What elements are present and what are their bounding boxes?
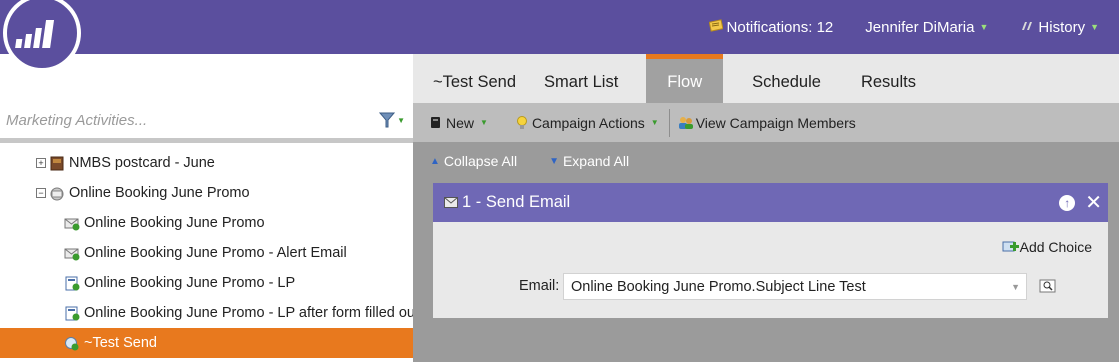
close-icon[interactable]: ✕ [1085,193,1102,213]
notifications-icon [708,19,724,35]
chevron-down-icon: ▼ [650,118,659,127]
tab-test-send[interactable]: ~Test Send [413,54,544,103]
tree-item-label: Online Booking June Promo - LP [84,275,296,291]
view-members-label: View Campaign Members [695,114,856,131]
tab-bar: ~Test Send Smart List Flow Schedule Resu… [413,54,1119,103]
email-icon [444,197,458,208]
user-menu[interactable]: Jennifer DiMaria ▼ [865,19,988,36]
tree-item-selected[interactable]: ~Test Send [0,328,413,358]
marketing-activities-tree: + NMBS postcard - June − Online Booking … [0,148,413,358]
campaign-actions-button[interactable]: Campaign Actions ▼ [516,115,659,131]
collapse-all-button[interactable]: ▲ Collapse All [430,153,517,169]
flow-step: 1 - Send Email ↑ ✕ Add Choice Email: Onl… [433,183,1108,318]
members-icon [678,116,693,129]
move-up-button[interactable]: ↑ [1059,194,1076,211]
tab-label: Flow [667,73,703,91]
history-label: History [1038,18,1086,36]
notifications-button[interactable]: Notifications: 12 [708,18,834,36]
email-select[interactable]: Online Booking June Promo.Subject Line T… [563,273,1027,300]
notifications-label: Notifications: 12 [726,18,834,36]
tab-label: Results [860,73,916,91]
tree-item[interactable]: Online Booking June Promo - LP after for… [0,298,413,328]
chevron-down-icon: ▼ [979,22,989,32]
new-icon [431,117,440,128]
expand-controls: ▲ Collapse All ▼ Expand All [413,142,1119,180]
chevron-down-icon: ▼ [397,115,405,125]
new-button[interactable]: New ▼ [430,115,488,131]
campaign-actions-label: Campaign Actions [531,114,645,131]
lightbulb-icon [516,115,527,129]
tree-item[interactable]: − Online Booking June Promo [0,178,413,208]
tree-item-label: Online Booking June Promo [69,185,250,201]
expand-all-label: Expand All [562,153,630,169]
collapse-toggle[interactable]: − [36,188,46,198]
email-asset-icon [64,216,80,231]
filter-icon [379,112,396,128]
top-bar-menu: Notifications: 12 Jennifer DiMaria ▼ His… [708,0,1119,54]
tab-smart-list[interactable]: Smart List [544,54,646,103]
tab-schedule[interactable]: Schedule [723,54,861,103]
toolbar: New ▼ Campaign Actions ▼ View Campaign M… [413,103,1119,142]
left-panel: Marketing Activities... ▼ + NMBS postcar… [0,54,413,362]
new-button-label: New [446,114,475,131]
filter-button[interactable]: ▼ [379,112,405,128]
add-choice-label: Add Choice [1019,239,1092,255]
flow-step-title: 1 - Send Email [462,193,571,211]
main-panel: ~Test Send Smart List Flow Schedule Resu… [413,54,1119,362]
top-bar: Notifications: 12 Jennifer DiMaria ▼ His… [0,0,1119,54]
logo-bars-icon [15,20,55,48]
tab-label: ~Test Send [433,73,517,91]
history-menu[interactable]: History ▼ [1020,19,1099,36]
history-icon [1020,20,1034,35]
panel-divider [0,138,413,143]
tree-item-label: ~Test Send [84,335,157,351]
magnifier-icon [1039,279,1056,293]
email-field-row: Email: Online Booking June Promo.Subject… [433,273,1108,301]
tab-label: Schedule [752,73,821,91]
tree-item[interactable]: + NMBS postcard - June [0,148,413,178]
chevron-down-icon: ▼ [1011,281,1020,292]
tab-label: Smart List [544,73,619,91]
toolbar-separator [668,108,670,137]
landing-page-icon [64,276,80,291]
expand-toggle[interactable]: + [36,158,46,168]
tree-item-label: Online Booking June Promo - Alert Email [84,245,347,261]
browse-email-button[interactable] [1039,278,1057,297]
smart-campaign-icon [64,336,80,351]
email-asset-icon [64,246,80,261]
triangle-up-icon: ▲ [430,155,440,167]
add-choice-button[interactable]: Add Choice [1002,239,1092,255]
collapse-all-label: Collapse All [443,153,518,169]
email-program-icon [49,186,65,201]
email-select-value: Online Booking June Promo.Subject Line T… [571,278,866,295]
tree-item[interactable]: Online Booking June Promo - LP [0,268,413,298]
tree-item-label: Online Booking June Promo [84,215,265,231]
flow-step-controls: ↑ ✕ [1059,193,1102,213]
tree-item-label: Online Booking June Promo - LP after for… [84,305,413,321]
chevron-down-icon: ▼ [1090,22,1099,32]
expand-all-button[interactable]: ▼ Expand All [549,153,629,169]
add-choice-icon [1002,241,1019,252]
tree-item[interactable]: Online Booking June Promo - Alert Email [0,238,413,268]
program-icon [49,156,65,171]
search-input[interactable]: Marketing Activities... [6,112,379,129]
tree-item-label: NMBS postcard - June [69,155,215,171]
flow-step-header[interactable]: 1 - Send Email ↑ ✕ [433,183,1108,222]
tab-flow[interactable]: Flow [646,54,724,103]
triangle-down-icon: ▼ [549,155,559,167]
view-campaign-members-button[interactable]: View Campaign Members [678,115,856,131]
tree-search[interactable]: Marketing Activities... ▼ [0,102,413,138]
tab-results[interactable]: Results [861,54,916,103]
user-name: Jennifer DiMaria [865,18,975,36]
tree-item[interactable]: Online Booking June Promo [0,208,413,238]
chevron-down-icon: ▼ [480,118,488,127]
landing-page-icon [64,306,80,321]
email-label: Email: [519,278,560,294]
